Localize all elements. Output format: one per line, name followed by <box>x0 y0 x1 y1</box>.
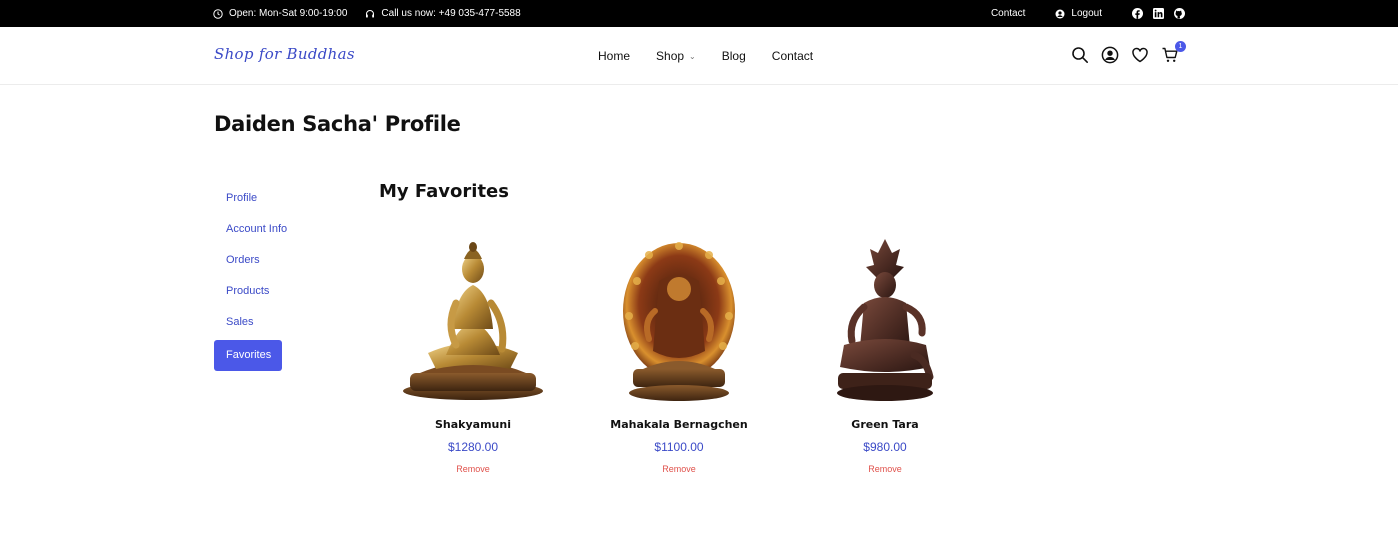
heart-icon[interactable] <box>1131 46 1149 64</box>
phone-text: Call us now: +49 035-477-5588 <box>381 8 521 19</box>
clock-icon <box>213 8 223 19</box>
logout-label: Logout <box>1071 8 1102 19</box>
nav-shop-label: Shop <box>656 49 685 63</box>
main-header: Shop for Buddhas Home Shop ⌄ Blog Contac… <box>0 27 1398 85</box>
nav-shop[interactable]: Shop ⌄ <box>656 49 696 63</box>
sidebar-item-orders[interactable]: Orders <box>214 247 282 278</box>
page-title: Daiden Sacha' Profile <box>214 112 461 136</box>
mahakala-statue-image <box>623 242 735 401</box>
product-image[interactable] <box>785 225 985 403</box>
sidebar-item-account-info[interactable]: Account Info <box>214 216 287 247</box>
sidebar-item-sales[interactable]: Sales <box>214 309 282 340</box>
header-icons: 1 <box>1071 41 1186 64</box>
chevron-down-icon: ⌄ <box>689 51 696 61</box>
favorite-card: Shakyamuni $1280.00 Remove <box>373 225 573 477</box>
phone-info: Call us now: +49 035-477-5588 <box>365 8 521 19</box>
nav-blog[interactable]: Blog <box>722 49 746 63</box>
profile-sidebar: Profile Account Info Orders Products Sal… <box>214 185 287 371</box>
sidebar-item-favorites[interactable]: Favorites <box>214 340 282 371</box>
top-contact-link[interactable]: Contact <box>991 8 1025 19</box>
github-icon[interactable] <box>1174 8 1185 19</box>
search-icon[interactable] <box>1071 46 1089 64</box>
site-logo[interactable]: Shop for Buddhas <box>214 45 355 63</box>
product-name[interactable]: Mahakala Bernagchen <box>579 418 779 431</box>
favorite-card: Green Tara $980.00 Remove <box>785 225 985 477</box>
main-nav: Home Shop ⌄ Blog Contact <box>598 27 813 85</box>
account-icon[interactable] <box>1101 46 1119 64</box>
top-bar: Open: Mon-Sat 9:00-19:00 Call us now: +4… <box>0 0 1398 27</box>
hours-info: Open: Mon-Sat 9:00-19:00 <box>213 8 347 19</box>
favorite-card: Mahakala Bernagchen $1100.00 Remove <box>579 225 779 477</box>
hours-text: Open: Mon-Sat 9:00-19:00 <box>229 8 348 19</box>
nav-home[interactable]: Home <box>598 49 630 63</box>
top-bar-links: Contact Logout <box>991 0 1185 27</box>
remove-button[interactable]: Remove <box>662 464 696 474</box>
sidebar-item-profile[interactable]: Profile <box>214 185 282 216</box>
product-image[interactable] <box>373 225 573 403</box>
product-image[interactable] <box>579 225 779 403</box>
nav-contact[interactable]: Contact <box>772 49 813 63</box>
favorites-list: Shakyamuni $1280.00 Remove Mahakala Bern… <box>373 225 985 477</box>
product-price: $1100.00 <box>654 440 704 454</box>
cart-icon[interactable]: 1 <box>1161 41 1186 64</box>
product-price: $980.00 <box>863 440 907 454</box>
section-title: My Favorites <box>379 181 509 202</box>
headset-icon <box>365 9 375 19</box>
product-name[interactable]: Green Tara <box>785 418 985 431</box>
remove-button[interactable]: Remove <box>456 464 490 474</box>
product-price: $1280.00 <box>447 440 499 454</box>
green-tara-statue-image <box>837 239 934 401</box>
product-name[interactable]: Shakyamuni <box>373 418 573 431</box>
user-circle-icon <box>1055 9 1065 19</box>
logout-link[interactable]: Logout <box>1055 8 1102 19</box>
remove-button[interactable]: Remove <box>868 464 902 474</box>
buddha-statue-image <box>403 242 543 400</box>
facebook-icon[interactable] <box>1132 8 1143 19</box>
sidebar-item-products[interactable]: Products <box>214 278 282 309</box>
cart-count-badge: 1 <box>1175 41 1186 52</box>
linkedin-icon[interactable] <box>1153 8 1164 19</box>
top-bar-info: Open: Mon-Sat 9:00-19:00 Call us now: +4… <box>213 0 521 27</box>
